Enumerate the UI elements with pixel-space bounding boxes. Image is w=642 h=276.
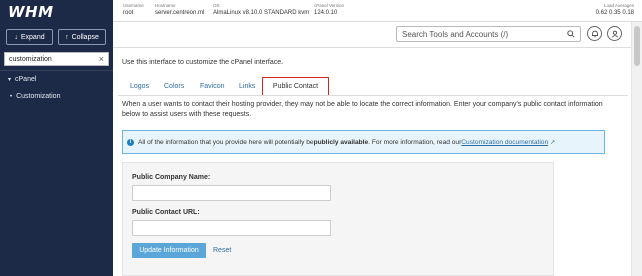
external-link-icon[interactable]: ↗ (550, 139, 555, 146)
sidebar-divider (0, 70, 113, 71)
tab-colors[interactable]: Colors (164, 83, 184, 90)
header-toolbar: Search Tools and Accounts (/) (113, 22, 642, 48)
cpanel-version-info: cPanel Version 124.0.10 (314, 3, 344, 18)
sidebar-search-value: customization (9, 55, 52, 63)
alert-text-2: . For more information, read our (368, 138, 462, 146)
main-content: Use this interface to customize the cPan… (113, 48, 631, 276)
expand-label: Expand (20, 33, 45, 41)
os-value: AlmaLinux v8.10.0 STANDARD kvm (213, 10, 310, 16)
search-icon[interactable] (567, 30, 575, 38)
page-scrollbar[interactable] (631, 22, 642, 276)
sidebar-item-cpanel[interactable]: ▾ cPanel (8, 76, 36, 83)
reset-link[interactable]: Reset (213, 247, 231, 254)
company-name-label: Public Company Name: (132, 174, 211, 181)
contact-url-label: Public Contact URL: (132, 209, 200, 216)
load-averages-info: Load Averages 0.62 0.35 0.18 (596, 3, 634, 18)
tools-search-input[interactable]: Search Tools and Accounts (/) (396, 26, 581, 42)
sidebar-item-label: cPanel (15, 76, 37, 83)
username-info: Username root (123, 3, 144, 18)
collapse-button[interactable]: ↑ Collapse (58, 29, 106, 45)
contact-url-input[interactable] (132, 220, 331, 236)
hostname-info: Hostname server.centreon.ml (155, 3, 204, 18)
company-name-input[interactable] (132, 185, 331, 201)
alert-bold-text: publicly available (313, 138, 369, 146)
os-info: OS AlmaLinux v8.10.0 STANDARD kvm (213, 3, 309, 18)
tabs-divider (118, 95, 628, 96)
load-averages-value: 0.62 0.35 0.18 (595, 10, 634, 16)
hostname-value: server.centreon.ml (155, 10, 205, 16)
whm-logo[interactable]: WHM (8, 3, 54, 21)
clear-search-icon[interactable]: × (99, 54, 104, 64)
sidebar-search-input[interactable]: customization × (4, 52, 109, 66)
public-contact-description: When a user wants to contact their hosti… (122, 101, 603, 118)
collapse-label: Collapse (71, 33, 99, 41)
tab-logos[interactable]: Logos (130, 83, 149, 90)
page-intro: Use this interface to customize the cPan… (122, 59, 284, 66)
caret-down-icon: ▾ (8, 77, 12, 83)
bullet-icon: • (10, 93, 13, 100)
update-information-button[interactable]: Update Information (132, 243, 206, 258)
user-menu-icon[interactable] (607, 26, 622, 41)
tab-favicon[interactable]: Favicon (200, 83, 225, 90)
tab-public-contact[interactable]: Public Contact (262, 77, 329, 95)
sidebar-item-label: Customization (16, 93, 61, 100)
info-alert: i All of the information that you provid… (122, 130, 605, 154)
sidebar-item-customization[interactable]: • Customization (10, 93, 60, 100)
notifications-bell-icon[interactable] (587, 26, 602, 41)
customization-documentation-link[interactable]: Customization documentation (461, 139, 548, 146)
username-value: root (123, 10, 134, 16)
arrow-up-icon: ↑ (65, 33, 69, 41)
tab-links[interactable]: Links (239, 83, 255, 90)
cpanel-version-value: 124.0.10 (314, 10, 338, 16)
alert-text-1: All of the information that you provide … (138, 138, 314, 146)
arrow-down-icon: ↓ (14, 33, 18, 41)
server-info-bar: Username root Hostname server.centreon.m… (113, 0, 642, 22)
sidebar: WHM ↓ Expand ↑ Collapse customization × … (0, 0, 113, 276)
tools-search-placeholder: Search Tools and Accounts (/) (402, 29, 509, 39)
info-icon: i (127, 138, 134, 146)
scrollbar-thumb[interactable] (634, 26, 640, 66)
public-contact-form: Public Company Name: Public Contact URL:… (122, 162, 554, 276)
expand-button[interactable]: ↓ Expand (6, 29, 53, 45)
